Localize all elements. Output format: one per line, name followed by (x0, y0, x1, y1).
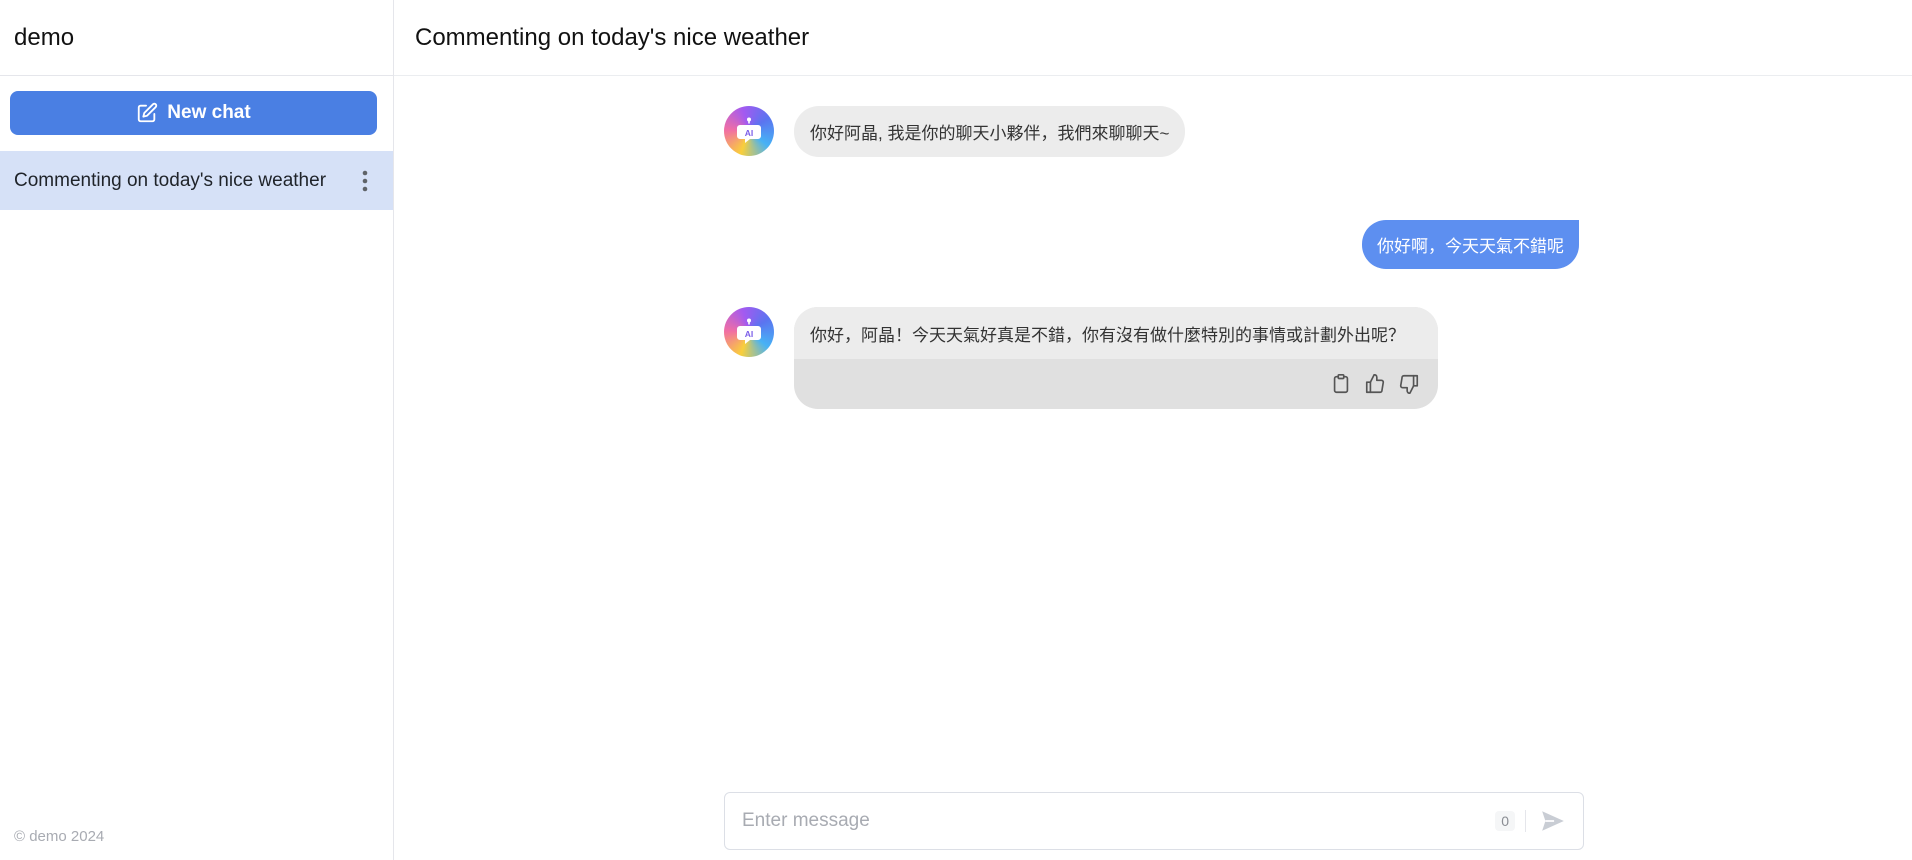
copyright-footer: © demo 2024 (14, 828, 105, 845)
assistant-message: 你好，阿晶！今天天氣好真是不錯，你有沒有做什麼特別的事情或計劃外出呢？ (794, 307, 1438, 409)
app-name: demo (0, 0, 393, 76)
avatar-label: AI (745, 329, 754, 339)
message-text: 你好，阿晶！今天天氣好真是不錯，你有沒有做什麼特別的事情或計劃外出呢？ (794, 307, 1438, 359)
clipboard-icon[interactable] (1330, 373, 1352, 395)
new-chat-label: New chat (167, 102, 251, 123)
char-counter: 0 (1495, 811, 1515, 831)
message-composer: 0 (724, 792, 1584, 850)
ai-bot-icon: AI (737, 318, 761, 344)
composer-divider (1525, 810, 1526, 832)
send-button[interactable] (1538, 806, 1568, 836)
assistant-avatar: AI (724, 106, 774, 156)
app-root: demo New chat Commenting on today's nice… (0, 0, 1912, 860)
more-vertical-icon[interactable] (355, 166, 375, 196)
history-item-title: Commenting on today's nice weather (14, 169, 327, 191)
edit-icon (136, 102, 158, 124)
new-chat-button[interactable]: New chat (10, 91, 377, 135)
chat-main: Commenting on today's nice weather AI 你好… (394, 0, 1912, 860)
message-actions (794, 359, 1438, 409)
message-input[interactable] (725, 810, 1496, 832)
send-icon (1542, 811, 1564, 831)
history-item-weather[interactable]: Commenting on today's nice weather (0, 151, 393, 210)
avatar-label: AI (745, 128, 754, 138)
ai-bot-icon: AI (737, 117, 761, 143)
sidebar: demo New chat Commenting on today's nice… (0, 0, 394, 860)
thumbs-up-icon[interactable] (1364, 373, 1386, 395)
assistant-avatar: AI (724, 307, 774, 357)
thumbs-down-icon[interactable] (1398, 373, 1420, 395)
chat-title: Commenting on today's nice weather (394, 0, 1912, 76)
user-message: 你好啊，今天天氣不錯呢 (1362, 220, 1579, 269)
message-text: 你好啊，今天天氣不錯呢 (1377, 237, 1564, 256)
assistant-message: 你好阿晶, 我是你的聊天小夥伴，我們來聊聊天~ (794, 106, 1186, 157)
message-text: 你好阿晶, 我是你的聊天小夥伴，我們來聊聊天~ (810, 124, 1170, 143)
